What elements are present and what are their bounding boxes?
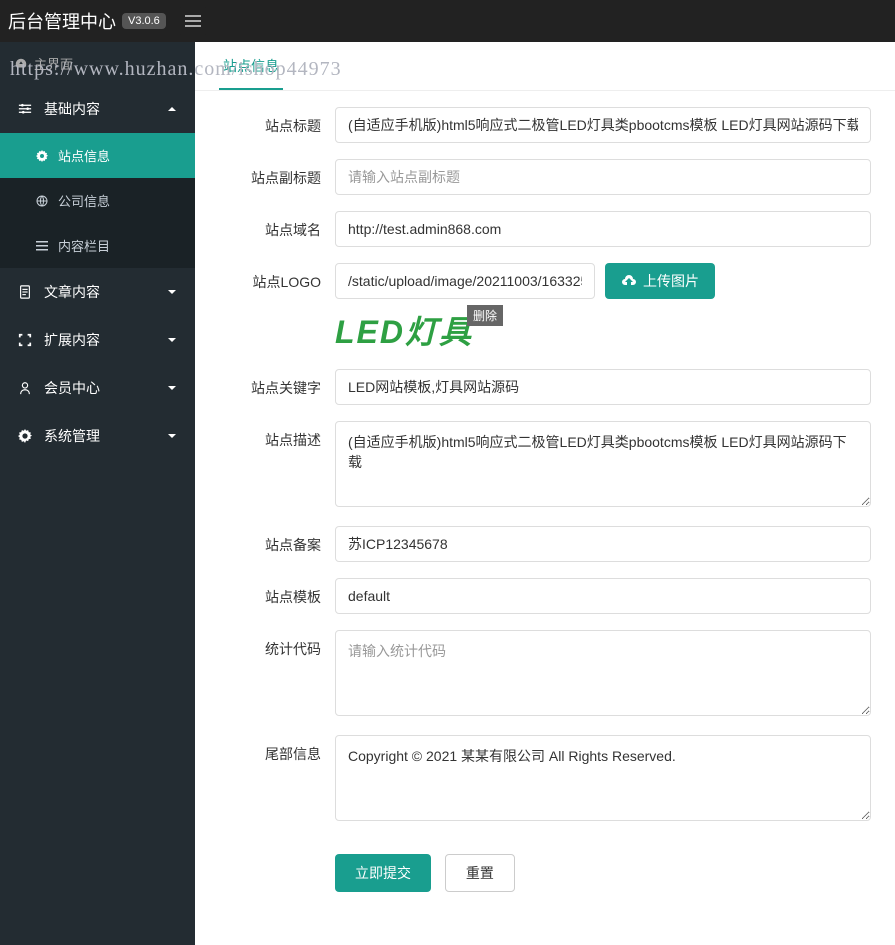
caret-down-icon bbox=[167, 287, 177, 297]
version-badge: V3.0.6 bbox=[122, 13, 166, 29]
input-subtitle[interactable] bbox=[335, 159, 871, 195]
nav-sub-company-info[interactable]: 公司信息 bbox=[0, 178, 195, 223]
reset-button[interactable]: 重置 bbox=[445, 854, 515, 892]
brand-title: 后台管理中心 bbox=[8, 8, 116, 34]
user-icon bbox=[18, 381, 32, 395]
main-content: https://www.huzhan.com/ishop44973 站点信息 站… bbox=[195, 42, 895, 945]
cloud-upload-icon bbox=[621, 273, 637, 289]
dashboard-icon bbox=[14, 57, 28, 71]
sidebar: 主界面 基础内容 站点信息 公司信息 内容 bbox=[0, 42, 195, 945]
caret-up-icon bbox=[167, 104, 177, 114]
nav-section-extensions[interactable]: 扩展内容 bbox=[0, 316, 195, 364]
upload-button[interactable]: 上传图片 bbox=[605, 263, 715, 299]
textarea-description[interactable]: (自适应手机版)html5响应式二极管LED灯具类pbootcms模板 LED灯… bbox=[335, 421, 871, 507]
nav-sub-label: 站点信息 bbox=[58, 146, 110, 165]
logo-delete-button[interactable]: 删除 bbox=[467, 305, 503, 326]
input-icp[interactable] bbox=[335, 526, 871, 562]
caret-down-icon bbox=[167, 383, 177, 393]
nav-label: 扩展内容 bbox=[44, 330, 100, 350]
expand-icon bbox=[18, 333, 32, 347]
gear-icon bbox=[18, 429, 32, 443]
tabs: 站点信息 bbox=[195, 42, 895, 91]
label-domain: 站点域名 bbox=[195, 211, 335, 240]
sliders-icon bbox=[18, 102, 32, 116]
nav-section-system[interactable]: 系统管理 bbox=[0, 412, 195, 460]
upload-label: 上传图片 bbox=[643, 271, 699, 291]
nav-label: 基础内容 bbox=[44, 99, 100, 119]
input-logo-path[interactable] bbox=[335, 263, 595, 299]
input-keywords[interactable] bbox=[335, 369, 871, 405]
menu-toggle-button[interactable] bbox=[178, 7, 208, 35]
breadcrumb: 主界面 bbox=[0, 42, 195, 85]
input-template[interactable] bbox=[335, 578, 871, 614]
nav-sub-site-info[interactable]: 站点信息 bbox=[0, 133, 195, 178]
input-title[interactable] bbox=[335, 107, 871, 143]
submit-button[interactable]: 立即提交 bbox=[335, 854, 431, 892]
breadcrumb-label: 主界面 bbox=[34, 54, 73, 73]
label-icp: 站点备案 bbox=[195, 526, 335, 555]
nav-sub-content-columns[interactable]: 内容栏目 bbox=[0, 223, 195, 268]
hamburger-icon bbox=[185, 13, 201, 29]
label-description: 站点描述 bbox=[195, 421, 335, 450]
nav-section-basic[interactable]: 基础内容 bbox=[0, 85, 195, 133]
tab-site-info[interactable]: 站点信息 bbox=[219, 42, 283, 90]
globe-icon bbox=[36, 195, 48, 207]
caret-down-icon bbox=[167, 335, 177, 345]
caret-down-icon bbox=[167, 431, 177, 441]
nav-sub-label: 公司信息 bbox=[58, 191, 110, 210]
label-logo: 站点LOGO bbox=[195, 263, 335, 292]
label-subtitle: 站点副标题 bbox=[195, 159, 335, 188]
nav-section-articles[interactable]: 文章内容 bbox=[0, 268, 195, 316]
textarea-stats[interactable] bbox=[335, 630, 871, 716]
brand: 后台管理中心 V3.0.6 bbox=[8, 8, 166, 34]
label-template: 站点模板 bbox=[195, 578, 335, 607]
gear-icon bbox=[36, 150, 48, 162]
document-icon bbox=[18, 285, 32, 299]
label-footer: 尾部信息 bbox=[195, 735, 335, 764]
header: 后台管理中心 V3.0.6 bbox=[0, 0, 895, 42]
nav-section-members[interactable]: 会员中心 bbox=[0, 364, 195, 412]
nav-label: 会员中心 bbox=[44, 378, 100, 398]
input-domain[interactable] bbox=[335, 211, 871, 247]
label-stats: 统计代码 bbox=[195, 630, 335, 659]
logo-preview-image: LED灯具 bbox=[335, 314, 473, 350]
nav-label: 系统管理 bbox=[44, 426, 100, 446]
label-title: 站点标题 bbox=[195, 107, 335, 136]
nav-label: 文章内容 bbox=[44, 282, 100, 302]
label-keywords: 站点关键字 bbox=[195, 369, 335, 398]
textarea-footer[interactable]: Copyright © 2021 某某有限公司 All Rights Reser… bbox=[335, 735, 871, 821]
nav-sub-label: 内容栏目 bbox=[58, 236, 110, 255]
list-icon bbox=[36, 240, 48, 252]
